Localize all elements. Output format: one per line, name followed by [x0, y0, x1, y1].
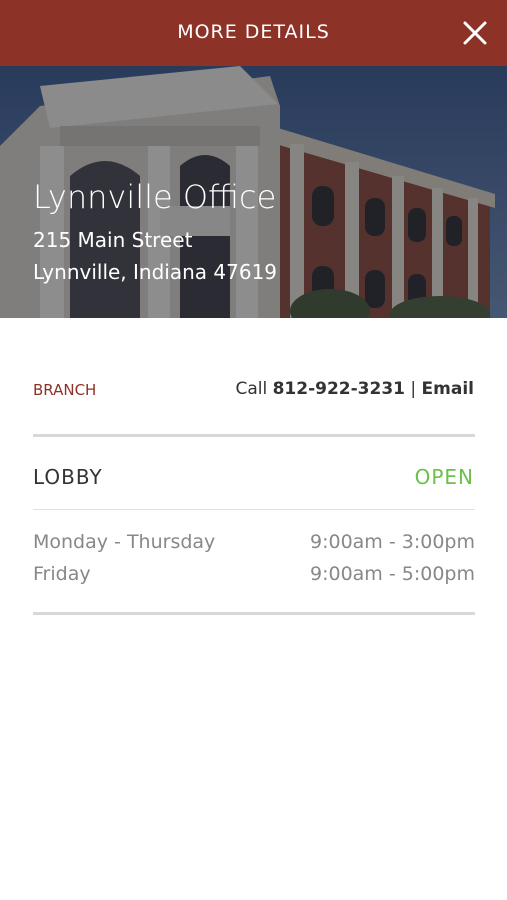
hours-day: Monday - Thursday [33, 531, 216, 553]
lobby-divider [33, 509, 475, 510]
call-prefix: Call [235, 379, 268, 399]
email-link[interactable]: Email [422, 379, 474, 399]
app-header: MORE DETAILS [0, 0, 507, 66]
lobby-status-badge: OPEN [414, 465, 474, 489]
close-icon [463, 21, 487, 45]
contact-separator: | [410, 379, 417, 399]
section-divider [33, 612, 475, 615]
location-hero: Lynnville Office 215 Main Street Lynnvil… [0, 66, 507, 318]
header-title: MORE DETAILS [177, 21, 330, 43]
contact-line: Call 812-922-3231 | Email [235, 379, 474, 399]
address-line-1: 215 Main Street [33, 228, 193, 252]
phone-link[interactable]: 812-922-3231 [273, 379, 405, 399]
lobby-label: LOBBY [33, 465, 103, 489]
section-divider [33, 434, 475, 437]
close-button[interactable] [458, 16, 492, 50]
address-line-2: Lynnville, Indiana 47619 [33, 260, 278, 284]
hours-day: Friday [33, 563, 91, 585]
hours-time: 9:00am - 5:00pm [310, 563, 475, 585]
branch-label: BRANCH [33, 381, 97, 399]
hours-time: 9:00am - 3:00pm [310, 531, 475, 553]
office-name: Lynnville Office [33, 178, 277, 216]
